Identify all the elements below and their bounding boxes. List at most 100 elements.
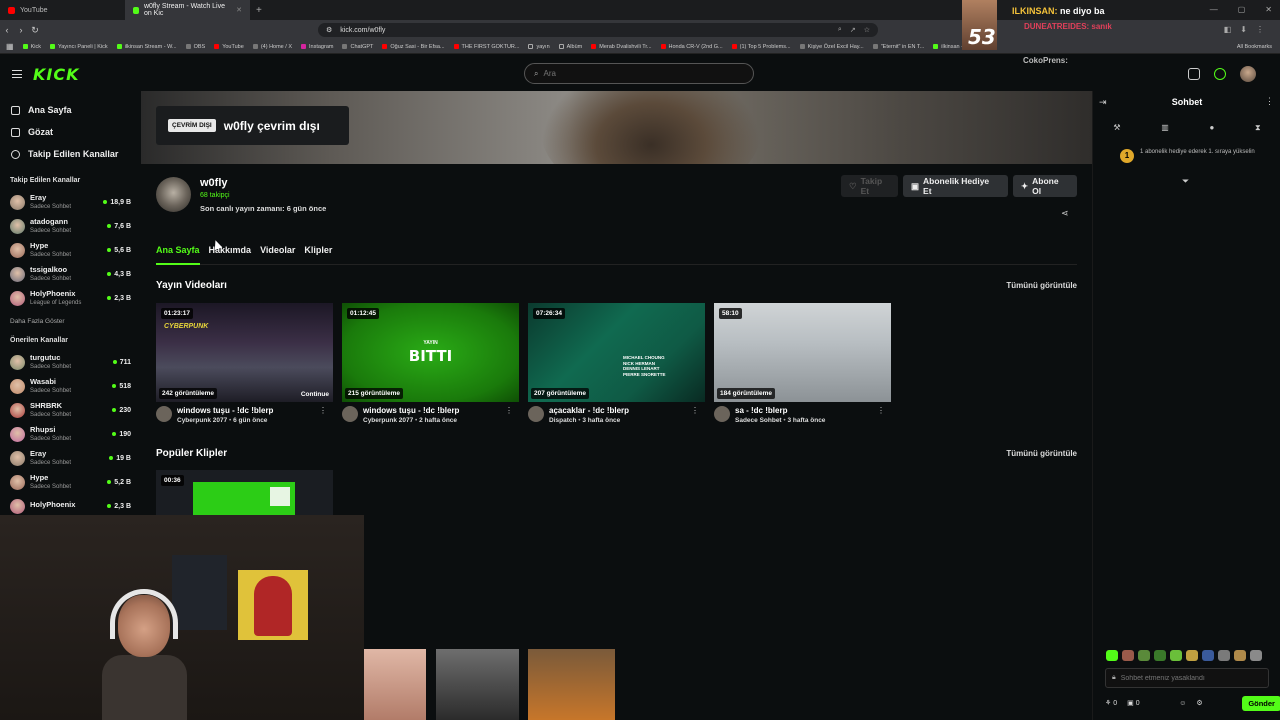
kick-logo[interactable]: KICK — [33, 65, 80, 84]
bookmark-item[interactable]: ChatGPT — [342, 44, 373, 50]
zoom-icon[interactable]: ⌕ — [838, 26, 842, 34]
video-card[interactable]: YAYIN BITTI 01:12:45 215 görüntüleme win… — [342, 303, 519, 424]
chat-menu-icon[interactable]: ⋮ — [1265, 96, 1274, 107]
video-category[interactable]: Sadece Sohbet — [735, 417, 782, 424]
video-thumbnail[interactable]: 58:10 184 görüntüleme — [714, 303, 891, 402]
clips-see-all-link[interactable]: Tümünü görüntüle — [1006, 449, 1077, 458]
downloads-icon[interactable]: ⬇ — [1240, 25, 1247, 34]
emote-icon[interactable] — [1170, 650, 1182, 661]
bookmark-item[interactable]: "Eternit" in EN T... — [872, 44, 924, 50]
search-input[interactable] — [543, 69, 724, 78]
emote-icon[interactable] — [1106, 650, 1118, 661]
channel-avatar[interactable] — [156, 406, 172, 422]
tab-home[interactable]: Ana Sayfa — [156, 243, 200, 265]
bookmark-folder[interactable]: Albüm — [558, 44, 582, 50]
minimize-icon[interactable]: — — [1210, 5, 1218, 14]
tab-videos[interactable]: Videolar — [260, 243, 295, 265]
video-card[interactable]: MICHAEL CHOUNG NICK HERMAN DENNIS LENART… — [528, 303, 705, 424]
subscribe-button[interactable]: ✦ Abone Ol — [1013, 175, 1077, 197]
sidebar-channel[interactable]: SHRBRK Sadece Sohbet 230 — [0, 398, 140, 422]
sidebar-channel[interactable]: Hype Sadece Sohbet 5,6 B — [0, 238, 140, 262]
bookmark-item[interactable]: Oğuz Sasi - Bir Efsa... — [382, 44, 445, 50]
send-button[interactable]: Gönder — [1242, 695, 1280, 711]
all-bookmarks-link[interactable]: All Bookmarks — [1237, 44, 1272, 50]
show-more-link[interactable]: Daha Fazla Göster — [0, 318, 140, 325]
video-title[interactable]: windows tuşu - !dc !blerp — [177, 406, 273, 415]
bookmark-item[interactable]: OBS — [185, 44, 205, 50]
site-info-icon[interactable]: ⚙ — [326, 26, 332, 34]
sidebar-channel[interactable]: Eray Sadece Sohbet 18,9 B — [0, 190, 140, 214]
bookmark-item[interactable]: (1) Top 5 Problems... — [731, 44, 791, 50]
bookmark-item[interactable]: THE FIRST GOKTUR... — [453, 44, 519, 50]
user-avatar[interactable] — [1240, 66, 1256, 82]
back-icon[interactable]: ‹ — [0, 25, 14, 35]
share-icon[interactable]: ⋖ — [1061, 208, 1069, 219]
emote-icon[interactable] — [1234, 650, 1246, 661]
hourglass-icon[interactable]: ⧗ — [1255, 123, 1261, 133]
video-title[interactable]: açacaklar - !dc !blerp — [549, 406, 629, 415]
video-category[interactable]: Dispatch — [549, 417, 576, 424]
hammer-icon[interactable]: ⚒ — [1113, 123, 1120, 133]
bookmark-item[interactable]: YouTube — [214, 44, 244, 50]
video-thumbnail[interactable]: MICHAEL CHOUNG NICK HERMAN DENNIS LENART… — [528, 303, 705, 402]
forward-icon[interactable]: › — [14, 25, 28, 35]
bookmark-item[interactable]: ilkinsan Stream - W... — [116, 44, 177, 50]
kick-points[interactable]: ⚘ 0 — [1105, 699, 1117, 707]
tab-clips[interactable]: Klipler — [304, 243, 332, 265]
search-bar[interactable]: ⌕ — [524, 63, 754, 84]
video-category[interactable]: Cyberpunk 2077 — [177, 417, 227, 424]
channel-avatar[interactable] — [714, 406, 730, 422]
sidebar-channel[interactable]: Wasabi Sadece Sohbet 518 — [0, 374, 140, 398]
browser-tab-youtube[interactable]: YouTube — [0, 0, 125, 20]
reload-icon[interactable]: ↻ — [28, 25, 42, 36]
sidebar-item-browse[interactable]: Gözat — [0, 121, 140, 143]
video-thumbnail[interactable]: YAYIN BITTI 01:12:45 215 görüntüleme — [342, 303, 519, 402]
emote-icon[interactable] — [1154, 650, 1166, 661]
channel-avatar[interactable] — [528, 406, 544, 422]
bookmark-item[interactable]: Kişiye Özel Excil Hay... — [799, 44, 864, 50]
maximize-icon[interactable]: ▢ — [1238, 5, 1246, 14]
settings-gear-icon[interactable]: ⚙ — [1196, 699, 1202, 707]
sidebar-channel[interactable]: atadogann Sadece Sohbet 7,6 B — [0, 214, 140, 238]
gift-sub-button[interactable]: ▣ Abonelik Hediye Et — [903, 175, 1008, 197]
chat-bubble-icon[interactable]: ● — [1209, 123, 1214, 133]
emote-icon[interactable] — [1250, 650, 1262, 661]
bookmark-folder[interactable]: yayın — [528, 44, 550, 50]
channel-avatar[interactable] — [342, 406, 358, 422]
video-card[interactable]: CYBERPUNK 01:23:17 242 görüntüleme Conti… — [156, 303, 333, 424]
video-category[interactable]: Cyberpunk 2077 — [363, 417, 413, 424]
emote-icon[interactable] — [1122, 650, 1134, 661]
bookmark-item[interactable]: Honda CR-V (2nd G... — [660, 44, 723, 50]
video-title[interactable]: sa - !dc !blerp — [735, 406, 825, 415]
sidebar-channel[interactable]: Hype Sadece Sohbet 5,2 B — [0, 470, 140, 494]
emote-icon[interactable] — [1138, 650, 1150, 661]
browser-tab-kick[interactable]: w0fly Stream - Watch Live on Kic ✕ — [125, 0, 250, 20]
clip-card[interactable]: 00:36 — [156, 470, 333, 515]
sidebar-item-following[interactable]: Takip Edilen Kanallar — [0, 143, 140, 165]
follow-button[interactable]: ♡ Takip Et — [841, 175, 898, 197]
sidebar-item-home[interactable]: Ana Sayfa — [0, 99, 140, 121]
bookmark-star-icon[interactable]: ☆ — [864, 26, 870, 34]
menu-icon[interactable] — [12, 70, 22, 78]
more-options-icon[interactable]: ⋮ — [877, 406, 891, 424]
extension-icon[interactable]: ◧ — [1224, 25, 1232, 34]
apps-icon[interactable]: ▦ — [6, 42, 14, 51]
bookmark-item[interactable]: Instagram — [301, 44, 333, 50]
sidebar-channel[interactable]: Eray Sadece Sohbet 19 B — [0, 446, 140, 470]
close-tab-icon[interactable]: ✕ — [236, 6, 242, 14]
more-options-icon[interactable]: ⋮ — [691, 406, 705, 424]
kick-drops-icon[interactable] — [1214, 68, 1226, 80]
sidebar-channel[interactable]: Rhupsi Sadece Sohbet 190 — [0, 422, 140, 446]
inventory-icon[interactable] — [1188, 68, 1200, 80]
emote-icon[interactable] — [1202, 650, 1214, 661]
emote-icon[interactable] — [1218, 650, 1230, 661]
share-icon[interactable]: ↗ — [850, 26, 856, 34]
video-thumbnail[interactable]: CYBERPUNK 01:23:17 242 görüntüleme Conti… — [156, 303, 333, 402]
more-options-icon[interactable]: ⋮ — [505, 406, 519, 424]
bookmark-item[interactable]: Kick — [22, 44, 41, 50]
sidebar-channel[interactable]: tssigalkoo Sadece Sohbet 4,3 B — [0, 262, 140, 286]
trash-icon[interactable]: ▥ — [1161, 123, 1169, 133]
videos-see-all-link[interactable]: Tümünü görüntüle — [1006, 281, 1077, 290]
menu-dots-icon[interactable]: ⋮ — [1256, 25, 1264, 34]
new-tab-button[interactable]: + — [250, 5, 268, 16]
